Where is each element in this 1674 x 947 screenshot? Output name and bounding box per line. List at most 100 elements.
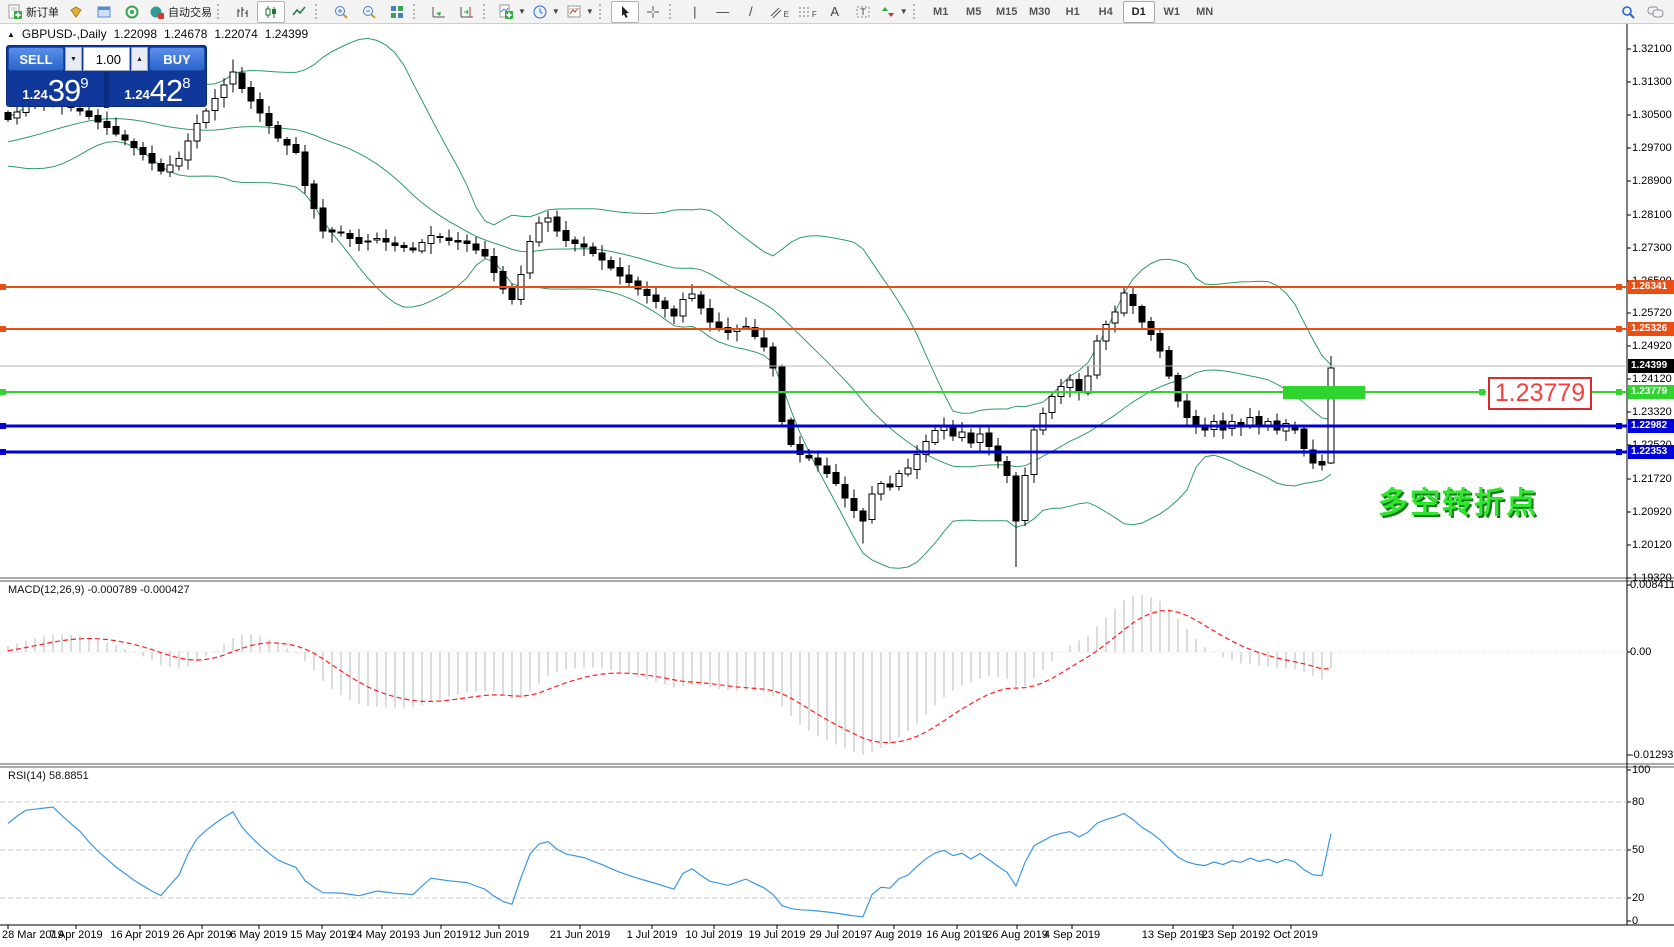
chat-icon: [1647, 4, 1665, 20]
collapse-icon[interactable]: ▲: [7, 30, 15, 39]
cursor-icon: [617, 4, 633, 20]
date-axis-label: 2 Oct 2019: [1264, 929, 1318, 941]
sell-price[interactable]: 1.24399: [7, 72, 104, 108]
new-order-label: 新订单: [26, 4, 59, 20]
zoom-in-icon: [333, 4, 349, 20]
chevron-down-icon: ▼: [518, 7, 526, 16]
fibonacci-f-label: F: [812, 10, 817, 19]
date-axis-label: 1 Jul 2019: [627, 929, 678, 941]
timeframe-M5[interactable]: M5: [958, 1, 990, 23]
chart-canvas[interactable]: [0, 0, 1674, 947]
timeframe-M1[interactable]: M1: [925, 1, 957, 23]
trendline-button[interactable]: /: [737, 1, 765, 23]
line-chart-icon: [291, 4, 307, 20]
fibonacci-button[interactable]: F: [793, 1, 821, 23]
rsi-axis-label: 50: [1632, 844, 1644, 856]
toolbar-grip: [413, 4, 421, 19]
date-axis-label: 3 Jun 2019: [414, 929, 468, 941]
timeframe-M30[interactable]: M30: [1024, 1, 1056, 23]
horizontal-line-button[interactable]: —: [709, 1, 737, 23]
chart-symbol: GBPUSD-,Daily: [22, 27, 107, 41]
channel-button[interactable]: E: [765, 1, 793, 23]
trendline-icon: /: [749, 5, 753, 18]
rsi-axis-label: 0: [1632, 915, 1638, 927]
chevron-down-icon: ▼: [586, 7, 594, 16]
ohlc-close: 1.24399: [265, 27, 308, 41]
line-chart-button[interactable]: [285, 1, 313, 23]
cursor-button[interactable]: [611, 1, 639, 23]
chart-shift-button[interactable]: [453, 1, 481, 23]
buy-button[interactable]: BUY: [149, 47, 205, 71]
date-axis-label: 16 Apr 2019: [110, 929, 169, 941]
ohlc-high: 1.24678: [164, 27, 207, 41]
auto-scroll-icon: [431, 4, 447, 20]
sell-button[interactable]: SELL: [8, 47, 64, 71]
chat-button[interactable]: [1642, 1, 1670, 23]
rsi-axis-label: 20: [1632, 892, 1644, 904]
price-axis-label: 1.32100: [1632, 43, 1672, 55]
timeframe-M15[interactable]: M15: [991, 1, 1023, 23]
date-axis-label: 23 Sep 2019: [1202, 929, 1264, 941]
candlestick-chart-button[interactable]: [257, 1, 285, 23]
timeframe-D1[interactable]: D1: [1123, 1, 1155, 23]
signals-button[interactable]: [118, 1, 146, 23]
profile-button[interactable]: [62, 1, 90, 23]
price-axis-label: 1.20120: [1632, 539, 1672, 551]
zoom-out-button[interactable]: [355, 1, 383, 23]
toolbar-grip: [483, 4, 491, 19]
price-annotation-box[interactable]: 1.23779: [1488, 377, 1592, 410]
chevron-down-icon: ▼: [900, 7, 908, 16]
rsi-axis-label: 100: [1632, 764, 1650, 776]
auto-trading-button[interactable]: 自动交易: [146, 1, 215, 23]
date-axis-label: 26 Aug 2019: [986, 929, 1048, 941]
annotation-text: 多空转折点: [1378, 478, 1538, 522]
crosshair-button[interactable]: [639, 1, 667, 23]
text-icon: A: [830, 5, 839, 18]
ohlc-open: 1.22098: [114, 27, 157, 41]
buy-price[interactable]: 1.24428: [109, 72, 206, 108]
macd-label: MACD(12,26,9) -0.000789 -0.000427: [8, 584, 190, 596]
price-axis-label: 1.28100: [1632, 209, 1672, 221]
price-axis-label: 1.30500: [1632, 109, 1672, 121]
auto-scroll-button[interactable]: [425, 1, 453, 23]
timeframe-W1[interactable]: W1: [1156, 1, 1188, 23]
new-order-button[interactable]: 新订单: [4, 1, 62, 23]
volume-increase-button[interactable]: ▲: [131, 47, 148, 71]
arrows-icon: [880, 4, 896, 20]
bar-chart-button[interactable]: [229, 1, 257, 23]
date-axis-label: 7 Apr 2019: [49, 929, 102, 941]
zoom-in-button[interactable]: [327, 1, 355, 23]
search-button[interactable]: [1614, 1, 1642, 23]
indicators-button[interactable]: ▼: [495, 1, 529, 23]
periods-button[interactable]: ▼: [529, 1, 563, 23]
price-axis-label: 1.21720: [1632, 473, 1672, 485]
horizontal-line-icon: —: [716, 5, 729, 18]
price-axis-label: 1.28900: [1632, 175, 1672, 187]
templates-button[interactable]: ▼: [563, 1, 597, 23]
text-button[interactable]: A: [821, 1, 849, 23]
sell-price-prefix: 1.24: [22, 87, 47, 102]
timeframe-H1[interactable]: H1: [1057, 1, 1089, 23]
timeframe-bar: M1M5M15M30H1H4D1W1MN: [925, 1, 1221, 23]
date-axis-label: 29 Jul 2019: [810, 929, 867, 941]
price-level-tag: 1.23779: [1628, 385, 1674, 399]
clock-icon: [532, 4, 548, 20]
search-icon: [1620, 4, 1636, 20]
toolbar: 新订单 自动交易: [0, 0, 1674, 24]
price-level-tag: 1.22353: [1628, 445, 1674, 459]
timeframe-H4[interactable]: H4: [1090, 1, 1122, 23]
date-axis-label: 19 Jul 2019: [749, 929, 806, 941]
arrows-button[interactable]: ▼: [877, 1, 911, 23]
briefcase-icon: [68, 4, 84, 20]
candlestick-icon: [263, 4, 279, 20]
volume-input[interactable]: 1.00: [83, 47, 130, 71]
timeframe-MN[interactable]: MN: [1189, 1, 1221, 23]
price-level-tag: 1.24399: [1628, 359, 1674, 373]
volume-decrease-button[interactable]: ▼: [65, 47, 82, 71]
vertical-line-button[interactable]: |: [681, 1, 709, 23]
terminal-button[interactable]: [90, 1, 118, 23]
price-axis-label: 1.25720: [1632, 307, 1672, 319]
tile-windows-button[interactable]: [383, 1, 411, 23]
highlight-band: [1283, 386, 1365, 399]
text-label-button[interactable]: T: [849, 1, 877, 23]
